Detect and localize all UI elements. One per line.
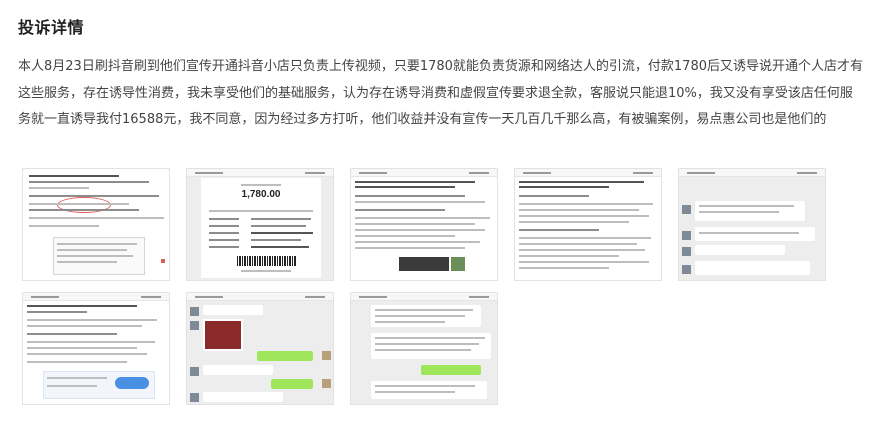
complaint-title: 投诉详情 [18,18,85,37]
attachment-thumbnail-7[interactable] [186,292,334,405]
attachment-thumbnail-1[interactable] [22,168,170,281]
complaint-description: 本人8月23日刷抖音刷到他们宣传开通抖音小店只负责上传视频，只要1780就能负责… [18,59,863,127]
attachment-thumbnail-3[interactable] [350,168,498,281]
receipt-amount: 1,780.00 [241,189,281,200]
attachment-thumbnail-5[interactable] [678,168,826,281]
attachment-thumbnail-2[interactable]: 1,780.00 [186,168,334,281]
attachment-thumbnail-8[interactable] [350,292,498,405]
attachment-thumbnail-4[interactable] [514,168,662,281]
attachment-thumbnail-6[interactable] [22,292,170,405]
